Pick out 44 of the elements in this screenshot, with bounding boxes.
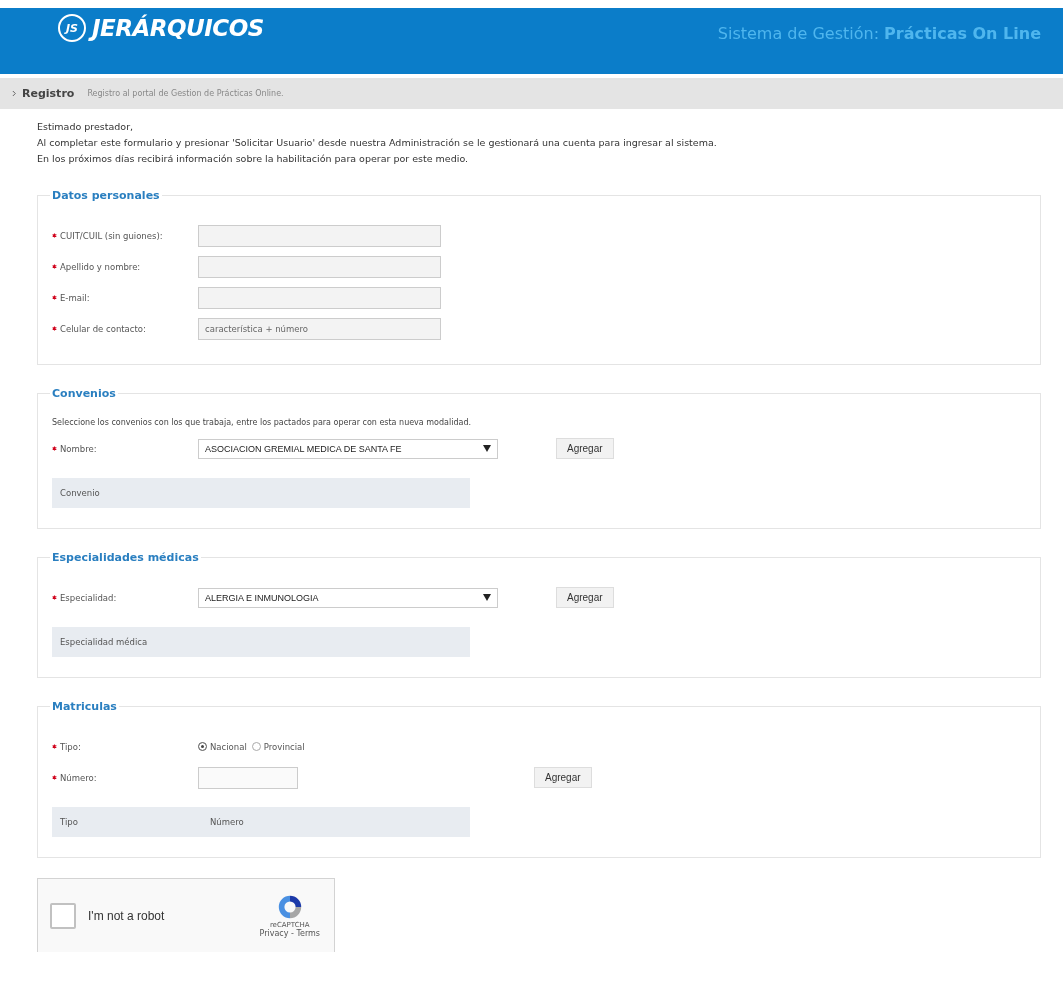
dropdown[interactable]: ASOCIACION GREMIAL MEDICA DE SANTA FE bbox=[198, 438, 498, 459]
column-header: Especialidad médica bbox=[60, 637, 149, 647]
input-field[interactable] bbox=[198, 224, 441, 247]
intro-text: Estimado prestador, bbox=[37, 120, 135, 134]
page-title: Registro bbox=[22, 87, 75, 100]
captcha-links[interactable]: Privacy - Terms bbox=[259, 929, 320, 938]
section-description: Seleccione los convenios con los que trabaja, entre los pactados para operar con esta nueva modalidad. bbox=[52, 418, 472, 427]
field-label: CUIT/CUIL (sin guiones): bbox=[60, 230, 163, 241]
section-title: Convenios bbox=[51, 387, 117, 400]
field-label: Nombre: bbox=[60, 443, 97, 454]
field-label: Celular de contacto: bbox=[60, 323, 146, 334]
field-label: Especialidad: bbox=[60, 592, 117, 603]
column-header: Número bbox=[210, 817, 245, 827]
dropdown[interactable]: ALERGIA E INMUNOLOGIA bbox=[198, 587, 498, 608]
section-title: Matriculas bbox=[51, 700, 118, 713]
add-button[interactable]: Agregar bbox=[556, 438, 614, 459]
add-button[interactable]: Agregar bbox=[534, 767, 592, 788]
radio-button[interactable] bbox=[198, 742, 207, 751]
field-label: Tipo: bbox=[60, 741, 81, 752]
column-header: Convenio bbox=[60, 488, 101, 498]
system-title: Sistema de Gestión: Prácticas On Line bbox=[717, 24, 1041, 43]
input-field[interactable] bbox=[198, 255, 441, 278]
captcha-checkbox[interactable] bbox=[50, 902, 76, 929]
field-label: E-mail: bbox=[60, 292, 90, 303]
section-title: Especialidades médicas bbox=[51, 551, 200, 564]
input-field[interactable] bbox=[198, 766, 298, 789]
radio-label[interactable]: Nacional bbox=[210, 741, 247, 752]
add-button[interactable]: Agregar bbox=[556, 587, 614, 608]
dropdown-arrow-icon bbox=[483, 594, 491, 601]
chevron-icon bbox=[12, 90, 17, 97]
radio-label[interactable]: Provincial bbox=[263, 741, 305, 752]
field-label: Apellido y nombre: bbox=[60, 261, 141, 272]
input-field[interactable] bbox=[198, 286, 441, 309]
intro-text: En los próximos días recibirá información sobre la habilitación para operar por este medio. bbox=[37, 152, 470, 166]
section-title: Datos personales bbox=[51, 189, 161, 202]
captcha-label: I'm not a robot bbox=[88, 908, 165, 923]
radio-button[interactable] bbox=[251, 742, 261, 751]
page-description: Registro al portal de Gestion de Prácticas Online. bbox=[87, 89, 284, 98]
input-field[interactable]: característica + número bbox=[198, 317, 441, 340]
dropdown-arrow-icon bbox=[483, 445, 491, 452]
field-label: Número: bbox=[60, 772, 97, 783]
intro-text: Al completar este formulario y presionar 'Solicitar Usuario' desde nuestra Administración se le gestionará una cuenta para ingresar al sistema. bbox=[37, 136, 718, 150]
logo-icon: JS bbox=[58, 14, 86, 42]
column-header: Tipo bbox=[60, 817, 79, 827]
